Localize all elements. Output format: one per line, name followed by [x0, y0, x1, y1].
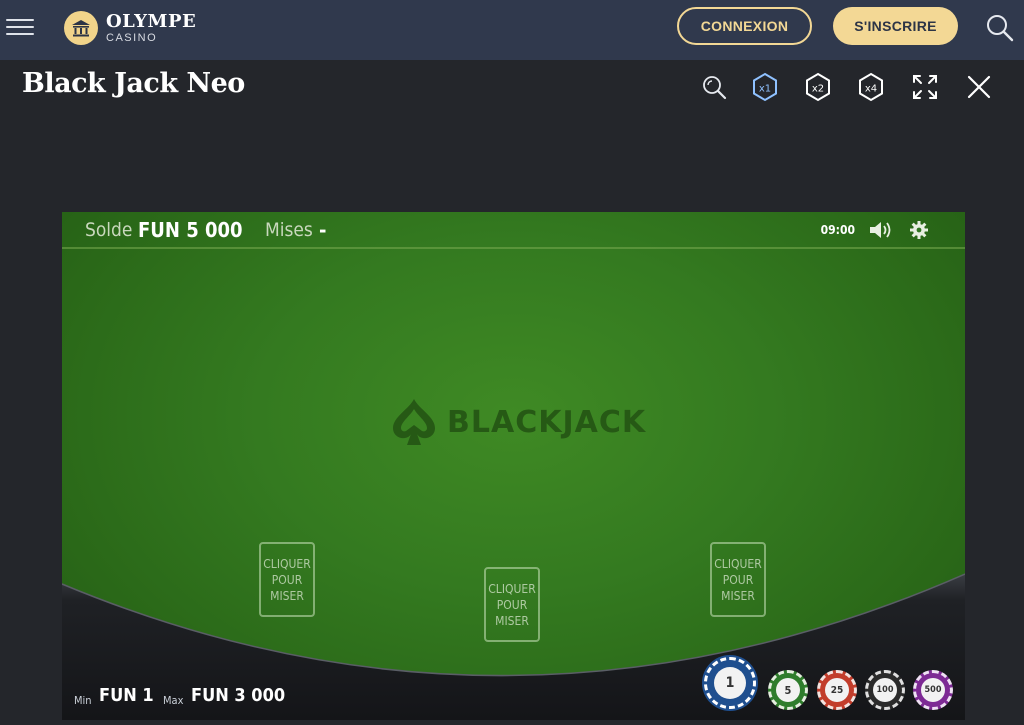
site-logo[interactable]: OLYMPE CASINO: [64, 10, 196, 46]
speed-x2-icon[interactable]: x2: [801, 70, 835, 104]
speed-x2-label: x2: [812, 84, 824, 95]
close-icon[interactable]: [962, 70, 996, 104]
table-rail: [62, 573, 965, 720]
menu-icon[interactable]: [6, 14, 34, 40]
site-header: OLYMPE CASINO CONNEXION S'INSCRIRE: [0, 0, 1024, 60]
max-label: Max: [163, 694, 184, 707]
chip-500[interactable]: 500: [913, 670, 953, 710]
chip-5-value: 5: [776, 678, 800, 702]
logo-name: OLYMPE: [106, 10, 197, 32]
login-button[interactable]: CONNEXION: [677, 7, 812, 45]
game-frame[interactable]: Solde FUN 5 000 Mises - 09:00 BLACKJACK …: [62, 212, 965, 720]
speed-x4-icon[interactable]: x4: [854, 70, 888, 104]
chip-5[interactable]: 5: [768, 670, 808, 710]
temple-icon: [64, 11, 98, 45]
search-icon[interactable]: [984, 12, 1016, 44]
chip-25[interactable]: 25: [817, 670, 857, 710]
fullscreen-icon[interactable]: [908, 70, 942, 104]
zoom-icon[interactable]: [697, 70, 731, 104]
chip-500-value: 500: [921, 678, 945, 702]
chip-1-value: 1: [714, 667, 746, 699]
min-value: FUN 1: [99, 685, 154, 706]
game-title: Black Jack Neo: [22, 68, 245, 99]
speed-x1-label: x1: [759, 84, 771, 95]
logo-subtitle: CASINO: [106, 31, 158, 44]
min-label: Min: [74, 694, 92, 707]
speed-x4-label: x4: [865, 84, 877, 95]
speed-x1-icon[interactable]: x1: [748, 70, 782, 104]
chip-1[interactable]: 1: [704, 657, 756, 709]
chip-25-value: 25: [825, 678, 849, 702]
signup-button[interactable]: S'INSCRIRE: [833, 7, 958, 45]
max-value: FUN 3 000: [191, 685, 286, 706]
chip-100-value: 100: [873, 678, 897, 702]
chip-100[interactable]: 100: [865, 670, 905, 710]
